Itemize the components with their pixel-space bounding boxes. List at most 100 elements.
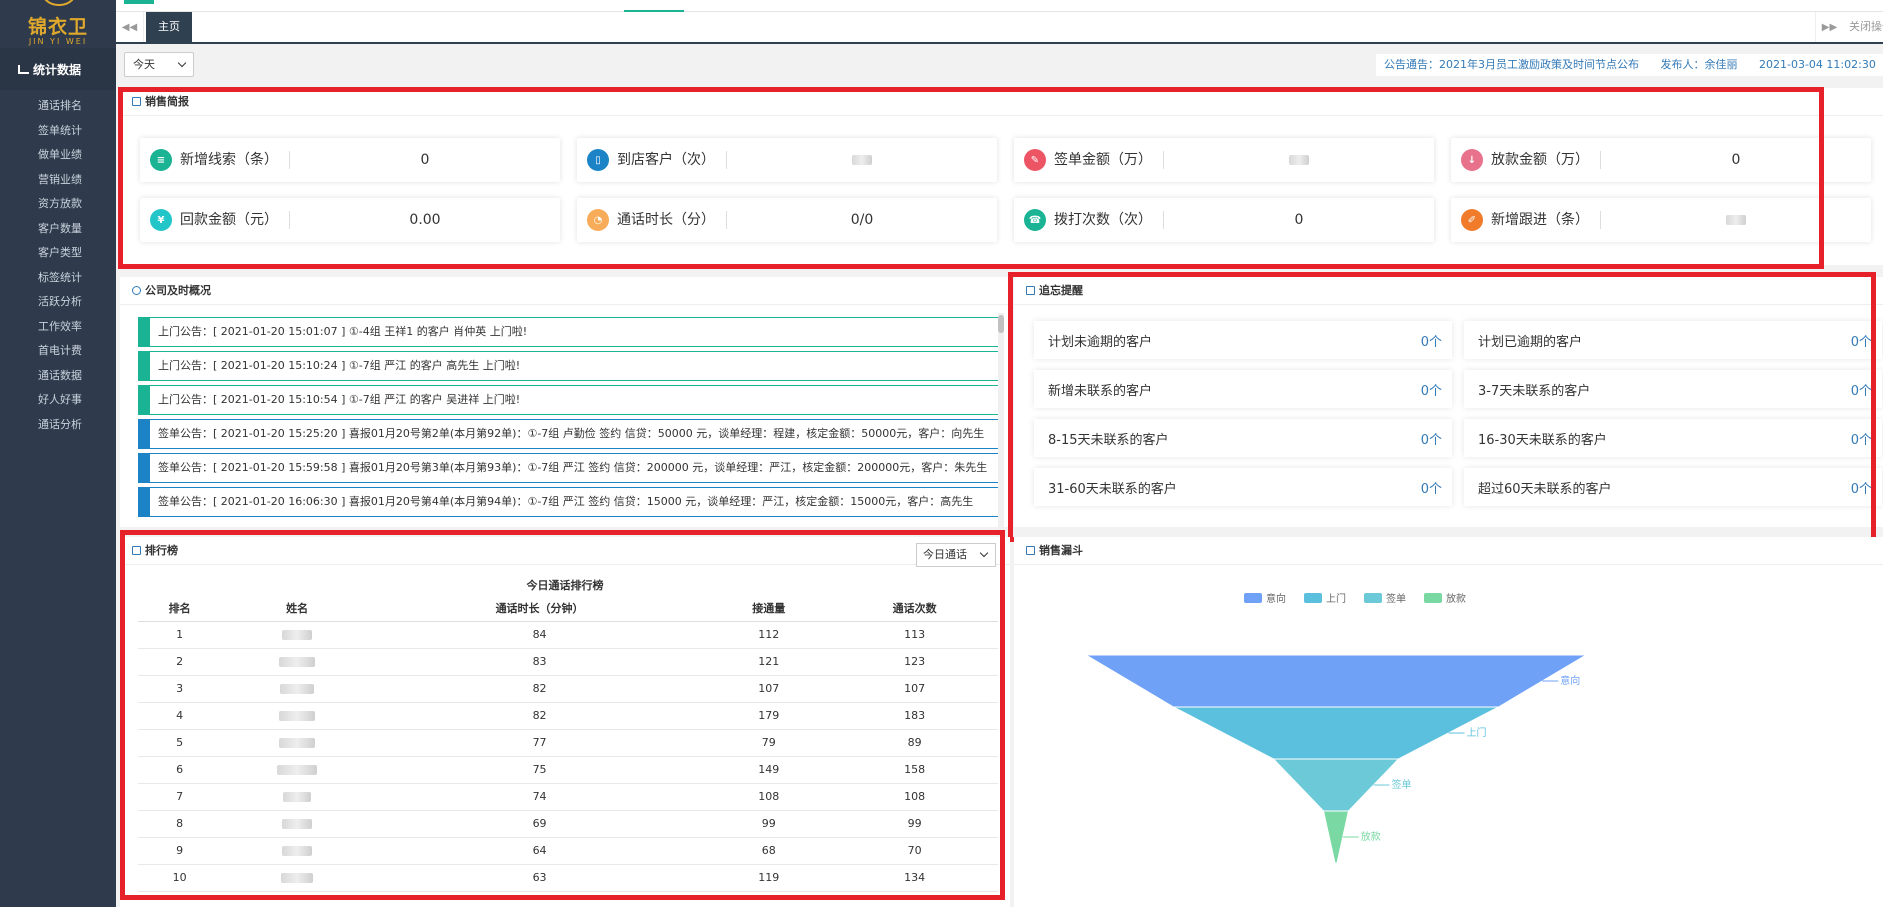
sidebar-item[interactable]: 签单统计 (0, 119, 116, 144)
reminder-label: 16-30天未联系的客户 (1478, 432, 1607, 448)
close-tabs-button[interactable]: 关闭操作 (1843, 12, 1883, 42)
news-item[interactable]: 签单公告：[ 2021-01-20 15:25:20 ] 喜报01月20号第2单… (138, 419, 1000, 449)
stat-label: 通话时长（分） (609, 211, 727, 229)
stat-label: 新增线索（条） (172, 151, 290, 169)
sidebar-item[interactable]: 客户类型 (0, 241, 116, 266)
table-row[interactable]: 4 82 179 183 (138, 702, 998, 730)
reminder-item[interactable]: 超过60天未联系的客户 0个 (1464, 468, 1882, 506)
tab-scroll-right-button[interactable]: ▶▶ (1815, 12, 1843, 42)
legend-swatch[interactable] (1304, 593, 1322, 603)
sidebar-item[interactable]: 工作效率 (0, 315, 116, 340)
stat-value: 0 (1731, 152, 1741, 168)
reminder-item[interactable]: 31-60天未联系的客户 0个 (1034, 468, 1452, 506)
notice-title[interactable]: 公告通告：2021年3月员工激励政策及时间节点公布 (1384, 58, 1639, 71)
reminder-count[interactable]: 0个 (1421, 380, 1442, 399)
cell-duration: 69 (372, 810, 707, 838)
brand-name-en: JIN YI WEI (28, 37, 88, 46)
table-row[interactable]: 6 75 149 158 (138, 756, 998, 784)
sidebar-item[interactable]: 做单业绩 (0, 143, 116, 168)
news-scrollbar[interactable] (998, 313, 1004, 563)
sidebar-item[interactable]: 通话数据 (0, 364, 116, 389)
news-item[interactable]: 上门公告：[ 2021-01-20 15:10:54 ] ①-7组 严江 的客户… (138, 385, 1000, 415)
sales-brief-header: 销售简报 (120, 88, 1883, 116)
reminder-count[interactable]: 0个 (1421, 478, 1442, 497)
reminder-count[interactable]: 0个 (1421, 429, 1442, 448)
sidebar-menu: 通话排名 签单统计 做单业绩 营销业绩 资方放款 客户数量 客户类型 标签统计 活跃分析 工作效率… (0, 94, 116, 437)
cell-calls: 108 (831, 783, 998, 811)
cell-connected: 179 (706, 702, 832, 730)
reminder-count[interactable]: 0个 (1851, 331, 1872, 350)
news-item[interactable]: 签单公告：[ 2021-01-20 15:59:58 ] 喜报01月20号第3单… (138, 453, 1000, 483)
table-row[interactable]: 1 84 112 113 (138, 621, 998, 649)
sidebar-item[interactable]: 资方放款 (0, 192, 116, 217)
reminder-item[interactable]: 16-30天未联系的客户 0个 (1464, 419, 1882, 457)
notice-publisher: 发布人：余佳丽 (1660, 58, 1738, 71)
cell-connected: 108 (706, 783, 832, 811)
reminder-count[interactable]: 0个 (1421, 331, 1442, 350)
cell-name (221, 702, 373, 730)
column-header: 通话次数 (831, 595, 998, 622)
sidebar-section-stats[interactable]: 统计数据 (0, 48, 116, 90)
cell-rank: 3 (138, 675, 222, 703)
sidebar-item[interactable]: 营销业绩 (0, 168, 116, 193)
reminder-count[interactable]: 0个 (1851, 380, 1872, 399)
table-row[interactable]: 5 77 79 89 (138, 729, 998, 757)
funnel-segment[interactable] (1084, 654, 1588, 708)
table-row[interactable]: 3 82 107 107 (138, 675, 998, 703)
notice-bar[interactable]: 公告通告：2021年3月员工激励政策及时间节点公布 发布人：余佳丽 2021-0… (1376, 54, 1883, 76)
news-item[interactable]: 上门公告：[ 2021-01-20 15:10:24 ] ①-7组 严江 的客户… (138, 351, 1000, 381)
news-item[interactable]: 上门公告：[ 2021-01-20 15:01:07 ] ①-4组 王祥1 的客… (138, 317, 1000, 347)
cell-duration: 84 (372, 621, 707, 649)
phone-icon: ☎ (1024, 209, 1046, 231)
reminder-item[interactable]: 计划已逾期的客户 0个 (1464, 321, 1882, 359)
stat-label: 签单金额（万） (1046, 151, 1164, 169)
redacted-name (282, 819, 313, 829)
column-header: 接通量 (706, 595, 832, 622)
sales-brief-title: 销售简报 (145, 94, 189, 108)
funnel-label: 签单 (1392, 778, 1412, 791)
stat-value (1601, 212, 1871, 228)
ranking-type-select[interactable]: 今日通话 (916, 543, 996, 567)
redacted-name (279, 657, 316, 667)
legend-swatch[interactable] (1244, 593, 1262, 603)
legend-swatch[interactable] (1424, 593, 1442, 603)
table-row[interactable]: 8 69 99 99 (138, 810, 998, 838)
reminder-item[interactable]: 3-7天未联系的客户 0个 (1464, 370, 1882, 408)
sidebar-item[interactable]: 通话排名 (0, 94, 116, 119)
table-row[interactable]: 10 63 119 134 (138, 864, 998, 892)
period-select[interactable]: 今天 (124, 52, 194, 77)
sidebar-item[interactable]: 好人好事 (0, 388, 116, 413)
sidebar-item[interactable]: 标签统计 (0, 266, 116, 291)
cell-duration: 82 (372, 675, 707, 703)
tab-home[interactable]: 主页 (146, 12, 192, 42)
news-scrollbar-thumb[interactable] (998, 315, 1004, 333)
cell-duration: 75 (372, 756, 707, 784)
reminder-item[interactable]: 新增未联系的客户 0个 (1034, 370, 1452, 408)
reminder-item[interactable]: 计划未逾期的客户 0个 (1034, 321, 1452, 359)
legend-label[interactable]: 放款 (1446, 592, 1466, 605)
news-item[interactable]: 签单公告：[ 2021-01-20 16:06:30 ] 喜报01月20号第4单… (138, 487, 1000, 517)
table-row[interactable]: 7 74 108 108 (138, 783, 998, 811)
legend-label[interactable]: 上门 (1326, 592, 1346, 605)
news-list: 上门公告：[ 2021-01-20 15:01:07 ] ①-4组 王祥1 的客… (138, 317, 1000, 521)
legend-label[interactable]: 意向 (1266, 592, 1286, 605)
reminder-item[interactable]: 8-15天未联系的客户 0个 (1034, 419, 1452, 457)
tab-scroll-left-button[interactable]: ◀◀ (116, 12, 144, 42)
redacted-name (282, 630, 313, 640)
sidebar-item[interactable]: 通话分析 (0, 413, 116, 438)
legend-label[interactable]: 签单 (1386, 592, 1406, 605)
table-row[interactable]: 9 64 68 70 (138, 837, 998, 865)
sidebar-item[interactable]: 活跃分析 (0, 290, 116, 315)
sidebar-item[interactable]: 客户数量 (0, 217, 116, 242)
period-select-value: 今天 (133, 58, 155, 71)
menu-toggle-button[interactable] (124, 0, 154, 4)
stat-value (727, 152, 997, 168)
stat-label: 新增跟进（条） (1483, 211, 1601, 229)
sidebar-item[interactable]: 首电计费 (0, 339, 116, 364)
table-row[interactable]: 2 83 121 123 (138, 648, 998, 676)
legend-swatch[interactable] (1364, 593, 1382, 603)
stat-value: 0 (420, 152, 430, 168)
redacted-name (282, 846, 313, 856)
reminder-count[interactable]: 0个 (1851, 429, 1872, 448)
reminder-count[interactable]: 0个 (1851, 478, 1872, 497)
